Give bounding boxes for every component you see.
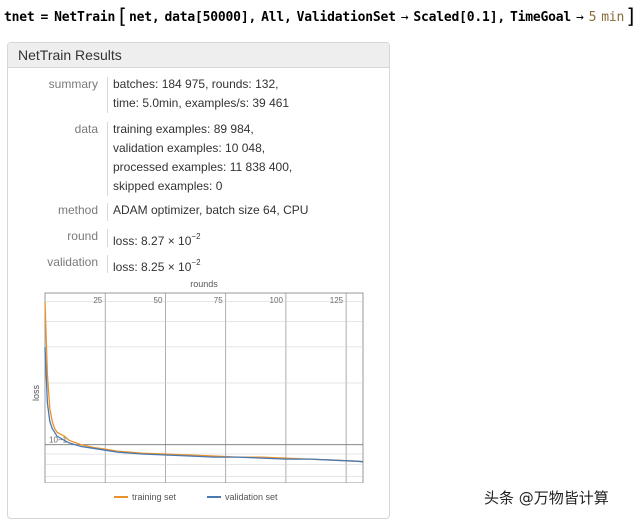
x-tick-label: 25 [93,296,102,305]
arrow-icon: → [400,9,409,25]
legend-item-validation: validation set [207,492,278,502]
timegoal-number: 5 [588,9,597,25]
open-bracket-icon: [ [116,4,129,28]
option-validationset: ValidationSet [296,9,396,25]
timegoal-unit: min [601,9,625,25]
input-arg-net: net [129,9,152,25]
legend-swatch-training [114,496,128,498]
series-line-training [44,301,364,463]
legend-label-training: training set [132,492,177,502]
x-tick-label: 125 [330,296,344,305]
option-timegoal: TimeGoal [509,9,571,25]
input-expression[interactable]: tnet = NetTrain [ net, data[50000], All,… [4,6,638,28]
loss-chart: rounds25 50 75 100 12510−1loss [31,279,364,483]
comma: , [248,9,257,25]
arrow-icon: → [575,9,584,25]
legend-swatch-validation [207,496,221,498]
watermark: 头条 @万物皆计算 [484,489,609,507]
input-function: NetTrain [54,9,116,25]
comma: , [283,9,292,25]
y-axis-label: loss [31,385,41,402]
equals-sign: = [40,9,49,25]
comma: , [151,9,160,25]
input-arg-data: data[50000] [164,9,249,25]
input-arg-all: All [261,9,284,25]
comma: , [497,9,505,25]
option-validationset-value: Scaled[0.1] [413,9,498,25]
legend-label-validation: validation set [225,492,278,502]
nettrain-results-panel: NetTrain Results summary batches: 184 97… [7,42,390,519]
x-tick-label: 50 [154,296,163,305]
x-tick-label: 100 [270,296,284,305]
x-tick-label: 75 [214,296,223,305]
chart-legend: training set validation set [8,492,391,506]
legend-item-training: training set [114,492,176,502]
chart-title: rounds [190,279,218,289]
close-bracket-icon: ] [625,4,637,28]
input-var: tnet [4,9,35,25]
